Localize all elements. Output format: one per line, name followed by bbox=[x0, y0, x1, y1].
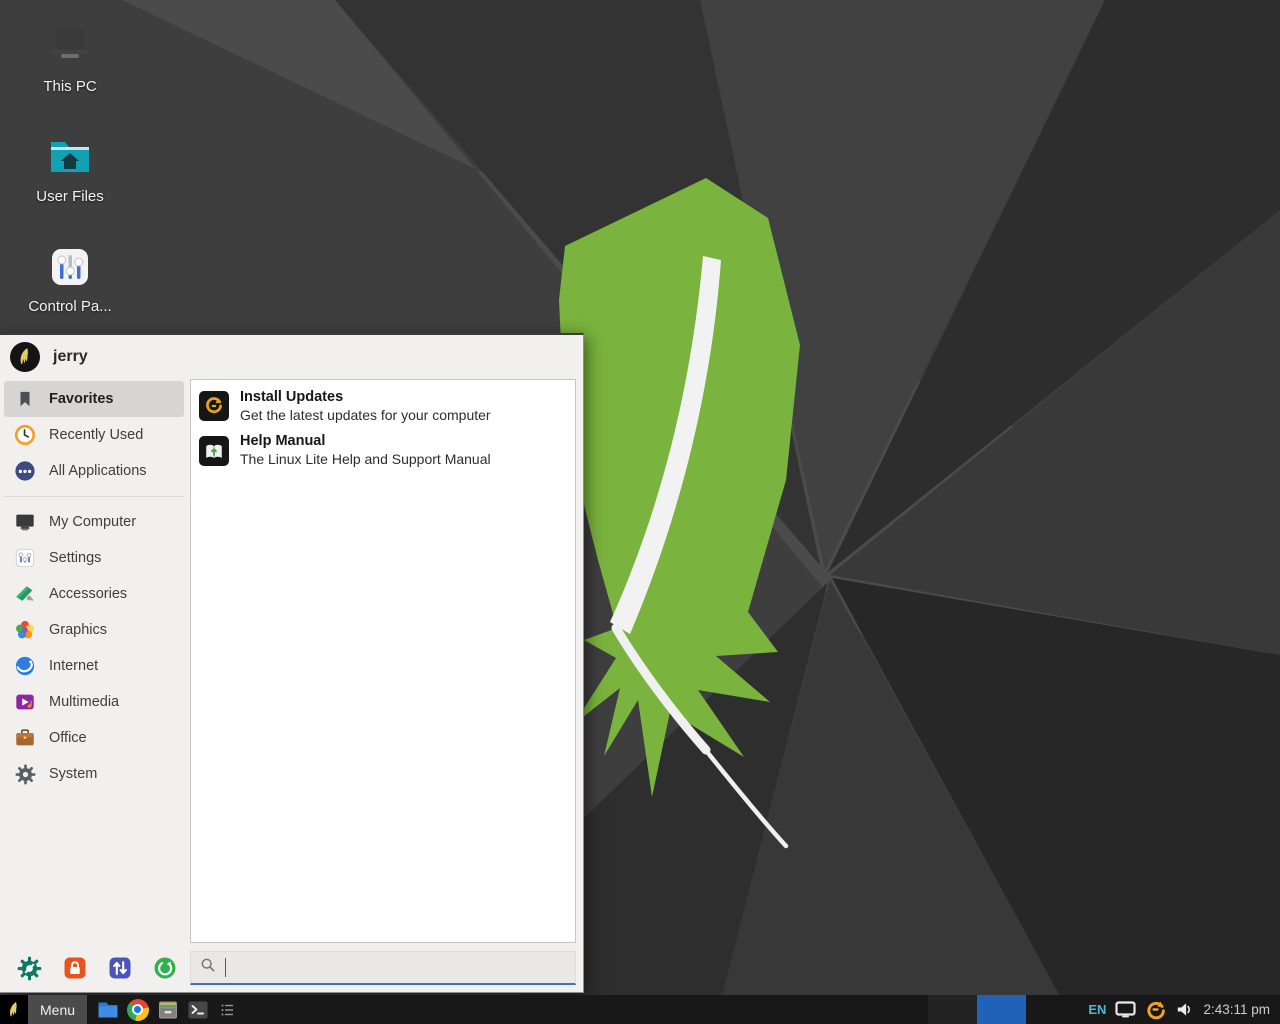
menu-button-label: Menu bbox=[28, 995, 87, 1024]
menu-search-input[interactable] bbox=[190, 951, 576, 985]
monitor-icon bbox=[14, 511, 36, 533]
search-icon bbox=[200, 957, 216, 978]
workspace-2-active[interactable] bbox=[977, 995, 1026, 1024]
chrome-icon bbox=[127, 999, 149, 1021]
username: jerry bbox=[53, 348, 88, 366]
computer-icon bbox=[24, 22, 116, 72]
desktop-icon-label: Control Pa... bbox=[24, 298, 116, 315]
install-updates-icon bbox=[199, 391, 229, 421]
archive-manager-icon bbox=[156, 998, 180, 1022]
briefcase-icon bbox=[14, 727, 36, 749]
chrome-launcher[interactable] bbox=[125, 997, 150, 1022]
sidebar-item-my-computer[interactable]: My Computer bbox=[0, 504, 188, 540]
sidebar-item-label: My Computer bbox=[49, 514, 136, 530]
text-caret bbox=[225, 958, 226, 977]
sidebar-item-accessories[interactable]: Accessories bbox=[0, 576, 188, 612]
all-apps-icon bbox=[14, 460, 36, 482]
app-item-install-updates[interactable]: Install Updates Get the latest updates f… bbox=[191, 384, 575, 428]
app-subtitle: The Linux Lite Help and Support Manual bbox=[240, 451, 491, 469]
lock-screen-button[interactable] bbox=[62, 956, 87, 981]
sidebar-item-multimedia[interactable]: Multimedia bbox=[0, 684, 188, 720]
sidebar-item-label: Accessories bbox=[49, 586, 127, 602]
terminal-launcher[interactable] bbox=[185, 997, 210, 1022]
graphics-icon bbox=[14, 619, 36, 641]
volume-icon[interactable] bbox=[1175, 1000, 1194, 1019]
desktop-icon-label: This PC bbox=[24, 78, 116, 95]
desktop-icon-user-files[interactable]: User Files bbox=[24, 132, 116, 205]
help-manual-icon bbox=[199, 436, 229, 466]
directory-menu-icon[interactable] bbox=[219, 997, 235, 1022]
desktop-icon-label: User Files bbox=[24, 188, 116, 205]
control-panel-icon bbox=[24, 242, 116, 292]
taskbar: Menu bbox=[0, 995, 1280, 1024]
system-tray: EN 2:43:11 pm bbox=[1088, 999, 1280, 1020]
file-manager-icon bbox=[96, 998, 120, 1022]
switch-user-button[interactable] bbox=[107, 956, 132, 981]
menu-button[interactable]: Menu bbox=[0, 995, 87, 1024]
sidebar-item-label: Internet bbox=[49, 658, 98, 674]
app-title: Install Updates bbox=[240, 388, 491, 407]
bookmark-icon bbox=[14, 388, 36, 410]
workspace-1[interactable] bbox=[928, 995, 977, 1024]
sidebar-item-label: System bbox=[49, 766, 97, 782]
menu-app-list: Install Updates Get the latest updates f… bbox=[190, 379, 576, 943]
sidebar-item-label: Office bbox=[49, 730, 87, 746]
sidebar-item-graphics[interactable]: Graphics bbox=[0, 612, 188, 648]
clock-icon bbox=[14, 424, 36, 446]
app-title: Help Manual bbox=[240, 432, 491, 451]
whisker-menu: jerry Favorites Recently Used bbox=[0, 333, 584, 993]
app-subtitle: Get the latest updates for your computer bbox=[240, 407, 491, 425]
menu-header: jerry bbox=[0, 335, 583, 379]
sidebar-item-all-applications[interactable]: All Applications bbox=[0, 453, 188, 489]
sidebar-item-label: Recently Used bbox=[49, 427, 143, 443]
menu-action-bar bbox=[0, 944, 188, 992]
desktop-icon-this-pc[interactable]: This PC bbox=[24, 22, 116, 95]
sidebar-item-label: Graphics bbox=[49, 622, 107, 638]
settings-sliders-icon bbox=[14, 547, 36, 569]
sidebar-item-office[interactable]: Office bbox=[0, 720, 188, 756]
sidebar-item-internet[interactable]: Internet bbox=[0, 648, 188, 684]
desktop-icon-control-panel[interactable]: Control Pa... bbox=[24, 242, 116, 315]
desktop: This PC User Files Control Pa.. bbox=[0, 0, 1280, 1024]
linux-lite-feather-icon bbox=[0, 995, 28, 1024]
workspace-pager bbox=[928, 995, 1026, 1024]
menu-sidebar: Favorites Recently Used bbox=[0, 379, 188, 944]
sidebar-item-label: Multimedia bbox=[49, 694, 119, 710]
user-avatar[interactable] bbox=[10, 342, 40, 372]
sidebar-item-settings[interactable]: Settings bbox=[0, 540, 188, 576]
sidebar-item-favorites[interactable]: Favorites bbox=[4, 381, 184, 417]
settings-manager-button[interactable] bbox=[17, 956, 42, 981]
sidebar-divider bbox=[3, 496, 185, 497]
app-item-help-manual[interactable]: Help Manual The Linux Lite Help and Supp… bbox=[191, 428, 575, 472]
internet-globe-icon bbox=[14, 655, 36, 677]
home-folder-icon bbox=[24, 132, 116, 182]
sidebar-item-label: Favorites bbox=[49, 391, 113, 407]
update-notifier-icon[interactable] bbox=[1145, 999, 1166, 1020]
file-manager-launcher[interactable] bbox=[95, 997, 120, 1022]
archive-manager-launcher[interactable] bbox=[155, 997, 180, 1022]
terminal-icon bbox=[186, 998, 210, 1022]
sidebar-item-recently-used[interactable]: Recently Used bbox=[0, 417, 188, 453]
sidebar-item-label: All Applications bbox=[49, 463, 147, 479]
multimedia-icon bbox=[14, 691, 36, 713]
sidebar-item-label: Settings bbox=[49, 550, 101, 566]
clock[interactable]: 2:43:11 pm bbox=[1203, 1002, 1270, 1017]
logout-button[interactable] bbox=[152, 956, 177, 981]
sidebar-item-system[interactable]: System bbox=[0, 756, 188, 792]
system-gear-icon bbox=[14, 763, 36, 785]
accessories-icon bbox=[14, 583, 36, 605]
display-icon[interactable] bbox=[1115, 1001, 1136, 1018]
language-indicator[interactable]: EN bbox=[1088, 1002, 1106, 1017]
